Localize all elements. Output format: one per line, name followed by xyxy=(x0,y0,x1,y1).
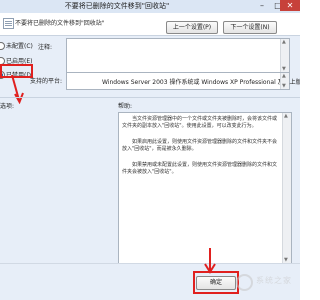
help-paragraph: 如果启用此设置，则使用文件资源管理器删除的文件和文件夹不会放入"回收站"，而是被… xyxy=(122,139,278,152)
red-arrow-down-icon xyxy=(204,248,216,274)
next-setting-button[interactable]: 下一个设置(N) xyxy=(223,21,277,34)
help-paragraph: 如果禁用或未配置此设置，则使用文件资源管理器删除的文件和文件夹会被放入"回收站"… xyxy=(122,162,278,175)
radio-not-configured-label[interactable]: 未配置(C) xyxy=(6,41,33,50)
policy-dialog: 不要将已删除的文件移到"回收站" – □ ✕ 不要将已删除的文件移到"回收站" … xyxy=(0,0,300,300)
watermark-text: 系统之家 xyxy=(256,276,292,285)
title-bar: 不要将已删除的文件移到"回收站" – □ ✕ xyxy=(0,0,300,13)
policy-name: 不要将已删除的文件移到"回收站" xyxy=(15,20,105,27)
close-button[interactable]: ✕ xyxy=(280,0,300,11)
help-pane: 当文件资源管理器中的一个文件或文件夹被删除时，会将该文件或文件夹的副本放入"回收… xyxy=(118,112,292,264)
ok-button-highlight xyxy=(193,271,239,294)
supported-platforms-value: Windows Server 2003 操作系统或 Windows XP Pro… xyxy=(102,79,300,86)
note-scrollbar[interactable] xyxy=(280,39,289,72)
note-textarea[interactable] xyxy=(66,38,290,73)
help-text: 当文件资源管理器中的一个文件或文件夹被删除时，会将该文件或文件夹的副本放入"回收… xyxy=(122,116,278,185)
supported-platforms-box: Windows Server 2003 操作系统或 Windows XP Pro… xyxy=(66,72,300,90)
watermark-logo: 系统之家 xyxy=(236,271,296,295)
supported-platforms-label: 支持的平台: xyxy=(30,78,63,85)
note-label: 注释: xyxy=(38,44,53,51)
help-paragraph: 当文件资源管理器中的一个文件或文件夹被删除时，会将该文件或文件夹的副本放入"回收… xyxy=(122,116,278,129)
help-label: 帮助: xyxy=(118,103,133,110)
options-pane xyxy=(0,112,114,262)
section-divider xyxy=(0,97,300,98)
options-label: 选项: xyxy=(0,103,15,110)
red-arrow-icon xyxy=(11,74,24,104)
previous-setting-button[interactable]: 上一个设置(P) xyxy=(166,21,218,34)
supported-scrollbar[interactable] xyxy=(280,73,289,89)
watermark-circle-icon xyxy=(236,274,253,291)
radio-not-configured-dot[interactable] xyxy=(0,42,5,50)
radio-not-configured[interactable]: 未配置(C) xyxy=(0,41,33,51)
policy-setting-icon xyxy=(3,18,14,29)
minimize-button[interactable]: – xyxy=(254,0,270,11)
window-title: 不要将已删除的文件移到"回收站" xyxy=(64,2,170,10)
help-scrollbar[interactable] xyxy=(282,113,291,263)
